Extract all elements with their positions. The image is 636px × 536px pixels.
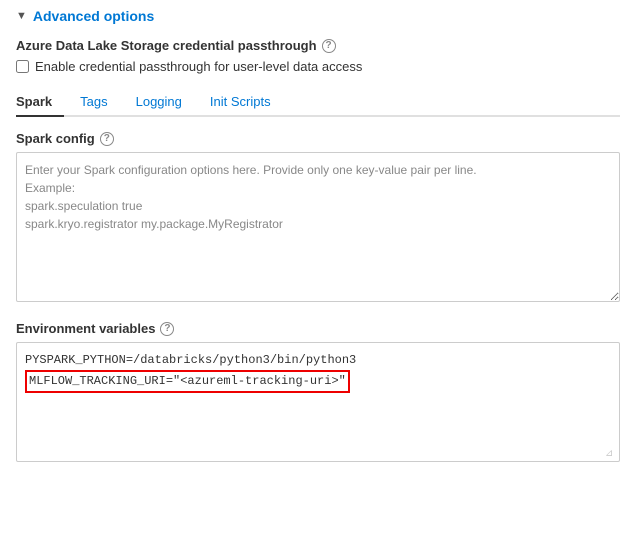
credential-help-icon[interactable]: ? (322, 39, 336, 53)
credential-passthrough-checkbox[interactable] (16, 60, 29, 73)
env-vars-textarea-container[interactable]: PYSPARK_PYTHON=/databricks/python3/bin/p… (16, 342, 620, 462)
spark-config-textarea[interactable] (16, 152, 620, 302)
chevron-down-icon: ▼ (16, 10, 27, 22)
resize-handle-icon[interactable]: ⊿ (605, 447, 617, 459)
spark-config-label-text: Spark config (16, 131, 95, 146)
advanced-options-header[interactable]: ▼ Advanced options (16, 8, 620, 24)
spark-config-help-icon[interactable]: ? (100, 132, 114, 146)
credential-label-text: Azure Data Lake Storage credential passt… (16, 38, 317, 53)
credential-section: Azure Data Lake Storage credential passt… (16, 38, 620, 74)
env-line-2-highlighted: MLFLOW_TRACKING_URI="<azureml-tracking-u… (25, 370, 350, 393)
env-vars-label-text: Environment variables (16, 321, 155, 336)
env-vars-help-icon[interactable]: ? (160, 322, 174, 336)
credential-label: Azure Data Lake Storage credential passt… (16, 38, 620, 53)
section-title: Advanced options (33, 8, 154, 24)
spark-config-label: Spark config ? (16, 131, 620, 146)
tabs-container: Spark Tags Logging Init Scripts (16, 88, 620, 117)
env-vars-label: Environment variables ? (16, 321, 620, 336)
credential-checkbox-label: Enable credential passthrough for user-l… (35, 59, 362, 74)
tab-spark[interactable]: Spark (16, 88, 64, 117)
tab-tags[interactable]: Tags (80, 88, 119, 117)
env-line-1: PYSPARK_PYTHON=/databricks/python3/bin/p… (25, 351, 611, 370)
env-vars-section: Environment variables ? PYSPARK_PYTHON=/… (16, 321, 620, 462)
env-line-2-container: MLFLOW_TRACKING_URI="<azureml-tracking-u… (25, 370, 611, 393)
tab-init-scripts[interactable]: Init Scripts (210, 88, 283, 117)
spark-config-section: Spark config ? (16, 131, 620, 305)
credential-checkbox-row: Enable credential passthrough for user-l… (16, 59, 620, 74)
tab-logging[interactable]: Logging (136, 88, 194, 117)
